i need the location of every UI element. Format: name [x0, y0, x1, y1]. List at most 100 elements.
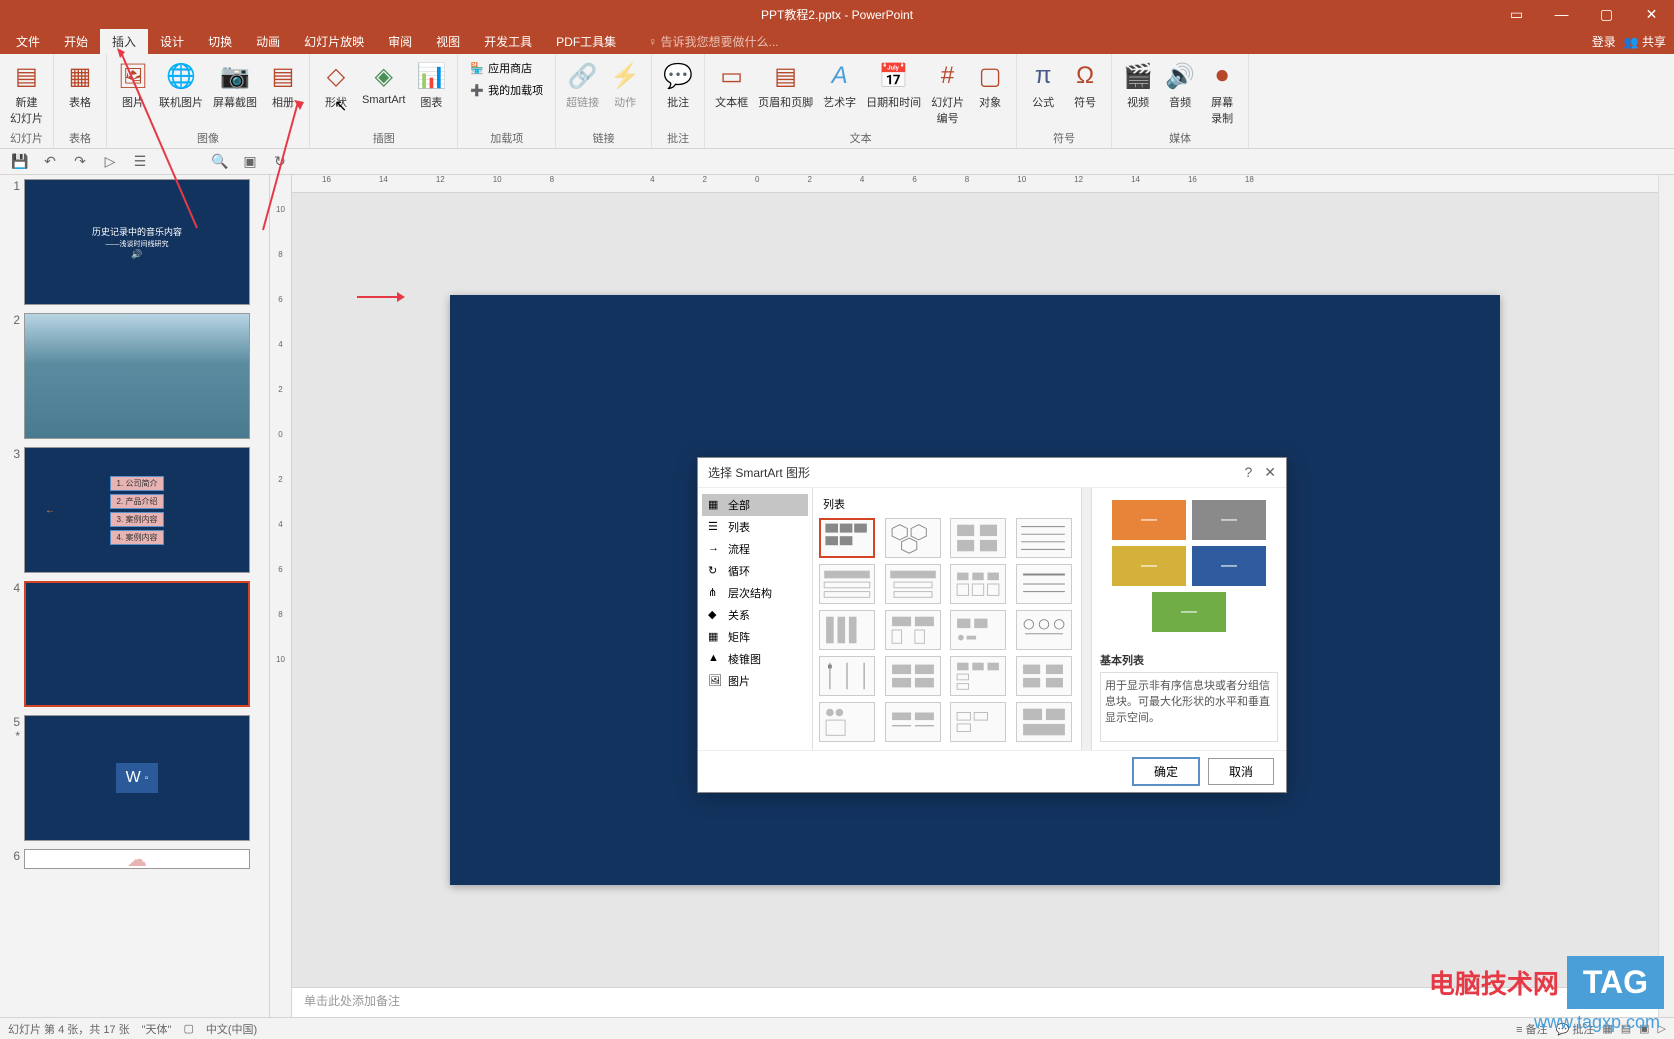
menu-insert[interactable]: 插入 — [100, 29, 148, 54]
category-all[interactable]: ▦全部 — [702, 494, 808, 516]
tell-me-prompt[interactable]: ♀ 告诉我您想要做什么... — [648, 33, 778, 50]
equation-button[interactable]: π 公式 — [1023, 58, 1063, 112]
grid-scrollbar[interactable] — [1081, 488, 1091, 750]
smartart-option[interactable] — [950, 702, 1006, 742]
category-cycle[interactable]: ↻循环 — [702, 560, 808, 582]
category-process[interactable]: →流程 — [702, 538, 808, 560]
slide-canvas-area[interactable]: 选择 SmartArt 图形 ? ✕ ▦全部 ☰列表 →流程 ↻循环 ⋔层次结构 — [292, 193, 1658, 987]
share-button[interactable]: 👥 共享 — [1624, 33, 1666, 50]
symbol-button[interactable]: Ω 符号 — [1065, 58, 1105, 112]
chart-button[interactable]: 📊 图表 — [411, 58, 451, 112]
picture-button[interactable]: 🖼 图片 — [113, 58, 153, 112]
close-button[interactable]: ✕ — [1629, 0, 1674, 28]
qat-reset-icon[interactable]: ↻ — [270, 152, 290, 172]
smartart-option[interactable] — [950, 518, 1006, 558]
screenshot-button[interactable]: 📷 屏幕截图 — [209, 58, 261, 112]
menu-transitions[interactable]: 切换 — [196, 29, 244, 54]
slide-number-button[interactable]: # 幻灯片 编号 — [927, 58, 968, 128]
wordart-button[interactable]: A 艺术字 — [819, 58, 860, 112]
qat-touch-icon[interactable]: ☰ — [130, 152, 150, 172]
category-matrix[interactable]: ▦矩阵 — [702, 626, 808, 648]
shapes-button[interactable]: ◇ 形状 — [316, 58, 356, 112]
thumbnail[interactable]: 4 — [8, 581, 261, 707]
smartart-option[interactable] — [885, 564, 941, 604]
menu-slideshow[interactable]: 幻灯片放映 — [292, 29, 376, 54]
textbox-button[interactable]: ▭ 文本框 — [711, 58, 752, 112]
menu-review[interactable]: 审阅 — [376, 29, 424, 54]
smartart-option[interactable] — [1016, 610, 1072, 650]
smartart-option[interactable] — [819, 564, 875, 604]
thumbnail[interactable]: 5* W▫ — [8, 715, 261, 841]
category-relationship[interactable]: ◆关系 — [702, 604, 808, 626]
dialog-help-button[interactable]: ? — [1244, 464, 1252, 481]
smartart-option[interactable] — [950, 610, 1006, 650]
thumbnail[interactable]: 6 ☁ — [8, 849, 261, 869]
spell-check-icon[interactable]: ▢ — [183, 1022, 193, 1035]
audio-button[interactable]: 🔊 音频 — [1160, 58, 1200, 112]
minimize-button[interactable]: — — [1539, 0, 1584, 28]
smartart-option[interactable] — [1016, 564, 1072, 604]
menu-developer[interactable]: 开发工具 — [472, 29, 544, 54]
online-picture-button[interactable]: 🌐 联机图片 — [155, 58, 207, 112]
date-time-button[interactable]: 📅 日期和时间 — [862, 58, 925, 112]
my-addins-button[interactable]: ➕ 我的加载项 — [464, 80, 549, 100]
menu-view[interactable]: 视图 — [424, 29, 472, 54]
chart-icon: 📊 — [415, 60, 447, 92]
picture-cat-icon: 🖼 — [708, 674, 722, 688]
comment-button[interactable]: 💬 批注 — [658, 58, 698, 112]
editor-scrollbar[interactable] — [1658, 175, 1674, 1017]
smartart-option[interactable] — [819, 702, 875, 742]
smartart-option[interactable] — [950, 656, 1006, 696]
ribbon-options-icon[interactable]: ▭ — [1494, 0, 1539, 28]
smartart-option[interactable] — [950, 564, 1006, 604]
smartart-option[interactable] — [885, 656, 941, 696]
smartart-option[interactable] — [1016, 518, 1072, 558]
category-hierarchy[interactable]: ⋔层次结构 — [702, 582, 808, 604]
qat-save-icon[interactable]: 💾 — [10, 152, 30, 172]
menu-design[interactable]: 设计 — [148, 29, 196, 54]
ok-button[interactable]: 确定 — [1132, 757, 1200, 786]
app-store-button[interactable]: 🏪 应用商店 — [464, 58, 549, 78]
thumbnails-panel[interactable]: 1 历史记录中的音乐内容——浅谈时间线研究🔊 2 3 1. 公司简介 2. 产品… — [0, 175, 270, 1017]
smartart-option[interactable] — [1016, 656, 1072, 696]
login-button[interactable]: 登录 — [1592, 33, 1616, 50]
smartart-option[interactable] — [819, 518, 875, 558]
maximize-button[interactable]: ▢ — [1584, 0, 1629, 28]
menu-home[interactable]: 开始 — [52, 29, 100, 54]
language-indicator[interactable]: 中文(中国) — [206, 1021, 257, 1037]
category-pyramid[interactable]: ▲棱锥图 — [702, 648, 808, 670]
dialog-titlebar[interactable]: 选择 SmartArt 图形 ? ✕ — [698, 458, 1286, 488]
category-list[interactable]: ☰列表 — [702, 516, 808, 538]
qat-zoom-icon[interactable]: 🔍 — [210, 152, 230, 172]
table-button[interactable]: ▦ 表格 — [60, 58, 100, 112]
qat-undo-icon[interactable]: ↶ — [40, 152, 60, 172]
hyperlink-button[interactable]: 🔗 超链接 — [562, 58, 603, 112]
smartart-option[interactable] — [885, 518, 941, 558]
category-picture[interactable]: 🖼图片 — [702, 670, 808, 692]
qat-fit-icon[interactable]: ▣ — [240, 152, 260, 172]
cancel-button[interactable]: 取消 — [1208, 758, 1274, 785]
thumbnail[interactable]: 2 — [8, 313, 261, 439]
menu-pdf-tools[interactable]: PDF工具集 — [544, 29, 628, 54]
screen-recording-button[interactable]: ⏺ 屏幕 录制 — [1202, 58, 1242, 128]
menu-animations[interactable]: 动画 — [244, 29, 292, 54]
thumbnail[interactable]: 1 历史记录中的音乐内容——浅谈时间线研究🔊 — [8, 179, 261, 305]
album-button[interactable]: ▤ 相册 — [263, 58, 303, 112]
qat-redo-icon[interactable]: ↷ — [70, 152, 90, 172]
smartart-option[interactable] — [885, 610, 941, 650]
header-footer-button[interactable]: ▤ 页眉和页脚 — [754, 58, 817, 112]
action-button[interactable]: ⚡ 动作 — [605, 58, 645, 112]
smartart-option[interactable] — [819, 610, 875, 650]
thumbnail[interactable]: 3 1. 公司简介 2. 产品介绍 3. 案例内容 ← 4. 案例内容 — [8, 447, 261, 573]
video-button[interactable]: 🎬 视频 — [1118, 58, 1158, 112]
smartart-button[interactable]: ◈ SmartArt — [358, 58, 409, 108]
menu-file[interactable]: 文件 — [4, 29, 52, 54]
object-button[interactable]: ▢ 对象 — [970, 58, 1010, 112]
smartart-grid[interactable]: 列表 — [813, 488, 1081, 750]
smartart-option[interactable] — [885, 702, 941, 742]
qat-start-icon[interactable]: ▷ — [100, 152, 120, 172]
smartart-option[interactable] — [819, 656, 875, 696]
dialog-close-button[interactable]: ✕ — [1264, 464, 1276, 481]
new-slide-button[interactable]: ▤ 新建 幻灯片 — [6, 58, 47, 128]
smartart-option[interactable] — [1016, 702, 1072, 742]
